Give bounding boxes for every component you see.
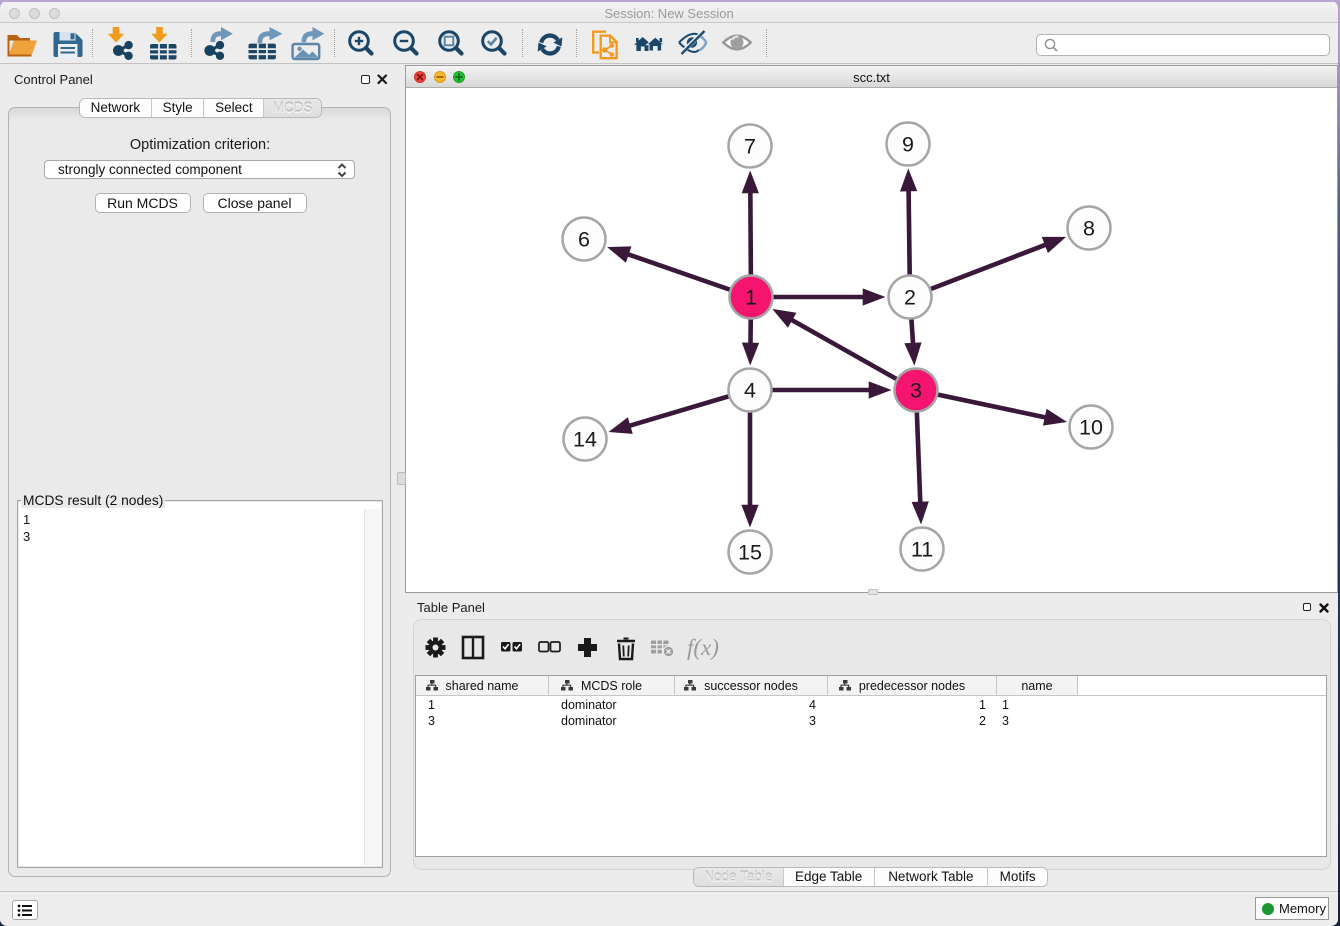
svg-text:11: 11 bbox=[911, 538, 933, 562]
svg-text:15: 15 bbox=[738, 541, 762, 565]
svg-text:7: 7 bbox=[744, 135, 756, 159]
svg-text:14: 14 bbox=[573, 428, 597, 452]
svg-text:f(x): f(x) bbox=[687, 635, 719, 660]
svg-text:2: 2 bbox=[904, 286, 916, 310]
svg-text:3: 3 bbox=[910, 379, 922, 403]
svg-text:10: 10 bbox=[1079, 416, 1103, 440]
svg-text:8: 8 bbox=[1083, 217, 1095, 241]
svg-text:9: 9 bbox=[902, 133, 914, 157]
svg-text:6: 6 bbox=[578, 228, 590, 252]
svg-text:4: 4 bbox=[744, 379, 756, 403]
svg-text:1: 1 bbox=[745, 286, 757, 310]
